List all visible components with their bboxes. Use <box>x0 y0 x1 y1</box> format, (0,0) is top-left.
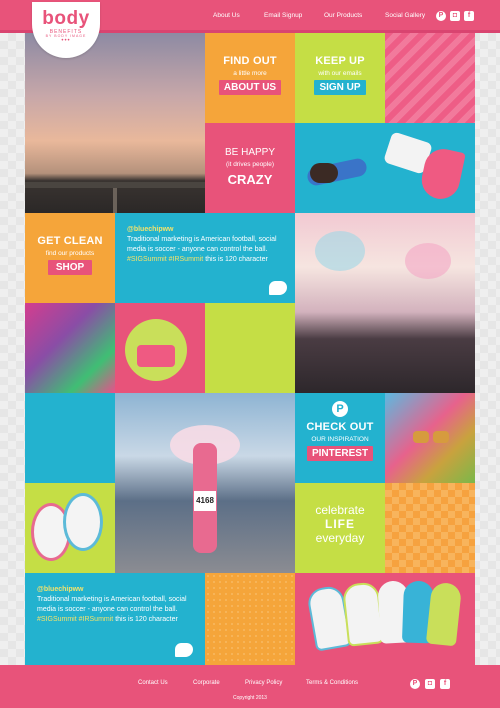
bath-pouf-product-tile <box>115 303 205 393</box>
footer-terms[interactable]: Terms & Conditions <box>306 680 358 686</box>
brand-dots: ••• <box>61 38 71 44</box>
tweet-tile-1: @bluechipww Traditional marketing is Ame… <box>115 213 295 303</box>
tweet-1-handle[interactable]: @bluechipww <box>127 225 283 235</box>
teal-drops-tile <box>25 393 115 483</box>
sign-up-button[interactable]: SIGN UP <box>314 80 366 95</box>
orange-dots-tile <box>205 573 295 665</box>
color-run-crowd-photo <box>295 213 475 393</box>
about-tile-title: FIND OUT <box>223 55 277 67</box>
footer-privacy-policy[interactable]: Privacy Policy <box>245 680 282 686</box>
signup-tile-subtitle: with our emails <box>318 70 362 77</box>
tweet-2-tail: this is 120 character <box>115 616 178 623</box>
pinterest-tile-title: CHECK OUT <box>306 421 374 433</box>
about-tile-subtitle: a little more <box>233 70 267 77</box>
pinterest-tile-subtitle: OUR INSPIRATION <box>311 436 369 443</box>
facebook-icon[interactable]: f <box>440 679 450 689</box>
nav-our-products[interactable]: Our Products <box>324 12 362 19</box>
orange-check-tile <box>385 483 475 573</box>
twitter-bird-icon[interactable] <box>269 281 287 295</box>
footer-corporate[interactable]: Corporate <box>193 680 220 686</box>
facebook-icon[interactable]: f <box>464 11 474 21</box>
happy-tile-crazy: CRAZY <box>227 172 273 187</box>
get-clean-tile[interactable]: GET CLEAN find our products SHOP <box>25 213 115 303</box>
be-happy-tile: BE HAPPY (it drives people) CRAZY <box>205 123 295 213</box>
twitter-bird-icon[interactable] <box>175 643 193 657</box>
nav-social-gallery[interactable]: Social Gallery <box>385 12 425 19</box>
clean-tile-title: GET CLEAN <box>37 235 103 247</box>
footer-contact-us[interactable]: Contact Us <box>138 680 168 686</box>
pinterest-tile[interactable]: P CHECK OUT OUR INSPIRATION PINTEREST <box>295 393 385 483</box>
pink-stripes-tile <box>385 33 475 123</box>
shop-button[interactable]: SHOP <box>47 260 93 275</box>
footer-copyright: Copyright 2013 <box>233 695 267 701</box>
sign-up-tile[interactable]: KEEP UP with our emails SIGN UP <box>295 33 385 123</box>
pinterest-icon[interactable]: P <box>410 679 420 689</box>
festival-girl-photo <box>385 393 475 483</box>
celebrate-line-1: celebrate <box>315 503 365 517</box>
instagram-icon[interactable]: ◘ <box>450 11 460 21</box>
about-us-button[interactable]: ABOUT US <box>218 80 282 95</box>
color-powder-photo <box>25 303 115 393</box>
tweet-1-text: Traditional marketing is American footba… <box>127 236 277 253</box>
instagram-icon[interactable]: ◘ <box>425 679 435 689</box>
foot-file-product-tile <box>295 123 475 213</box>
tweet-1-hashtags[interactable]: #SIGSummit #IRSummit <box>127 256 203 263</box>
nav-email-signup[interactable]: Email Signup <box>264 12 302 19</box>
green-chevron-tile <box>205 303 295 393</box>
pinterest-icon[interactable]: P <box>436 11 446 21</box>
signup-tile-title: KEEP UP <box>315 55 365 67</box>
runner-wings-photo: 4168 <box>115 393 295 573</box>
tweet-1-tail: this is 120 character <box>205 256 268 263</box>
race-bib: 4168 <box>194 491 216 511</box>
exfoliating-gloves-tile <box>295 573 475 665</box>
happy-tile-title: BE HAPPY <box>224 147 276 158</box>
pumice-sponge-tile <box>25 483 115 573</box>
clean-tile-subtitle: find our products <box>45 250 95 257</box>
celebrate-tile: celebrate LIFE everyday <box>295 483 385 573</box>
pinterest-button[interactable]: PINTEREST <box>306 446 374 461</box>
brand-name: body <box>42 8 90 29</box>
sunset-road-photo <box>25 33 205 213</box>
happy-tile-subtitle: (it drives people) <box>225 161 275 168</box>
tweet-2-handle[interactable]: @bluechipww <box>37 585 193 595</box>
about-us-tile[interactable]: FIND OUT a little more ABOUT US <box>205 33 295 123</box>
celebrate-line-2: LIFE <box>325 517 355 531</box>
celebrate-line-3: everyday <box>315 531 365 545</box>
pinterest-logo-icon: P <box>332 401 348 417</box>
tweet-2-text: Traditional marketing is American footba… <box>37 596 187 613</box>
nav-about-us[interactable]: About Us <box>213 12 240 19</box>
tweet-tile-2: @bluechipww Traditional marketing is Ame… <box>25 573 205 665</box>
tweet-2-hashtags[interactable]: #SIGSummit #IRSummit <box>37 616 113 623</box>
